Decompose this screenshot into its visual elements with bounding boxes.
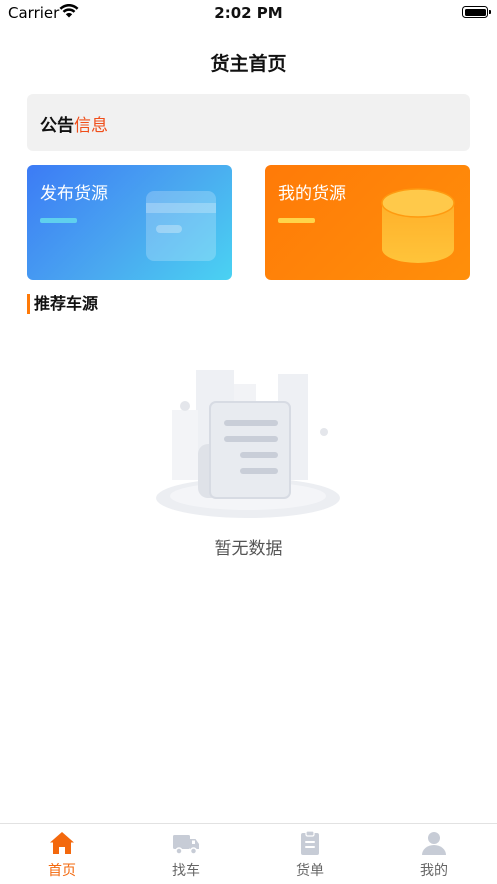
card-dash <box>40 218 77 223</box>
empty-state-illustration <box>156 370 340 518</box>
card-dash <box>278 218 315 223</box>
tab-home[interactable]: 首页 <box>0 830 124 880</box>
my-cargo-card[interactable]: 我的货源 <box>265 165 470 280</box>
battery-icon <box>462 6 491 18</box>
notice-banner[interactable]: 公告信息 <box>27 94 470 151</box>
home-icon <box>50 832 74 854</box>
notice-title: 公告信息 <box>40 111 108 136</box>
tab-home-label: 首页 <box>48 863 76 879</box>
tab-orders[interactable]: 货单 <box>248 830 372 880</box>
page-title: 货主首页 <box>210 53 287 75</box>
tab-orders-label: 货单 <box>296 863 324 879</box>
tab-bar: 首页 找车 货单 我的 <box>0 823 497 884</box>
user-icon <box>422 832 446 855</box>
card-wallet-icon <box>146 191 216 261</box>
tab-find-truck-label: 找车 <box>172 863 200 879</box>
empty-state-text: 暂无数据 <box>214 539 283 559</box>
tab-find-truck[interactable]: 找车 <box>124 830 248 880</box>
notice-label-a: 公告 <box>40 116 74 136</box>
publish-cargo-label: 发布货源 <box>40 184 108 204</box>
status-bar: Carrier 2:02 PM <box>0 0 497 26</box>
section-title: 推荐车源 <box>27 294 98 314</box>
notice-label-b: 信息 <box>74 116 108 136</box>
my-cargo-label: 我的货源 <box>278 184 346 204</box>
card-database-icon <box>381 188 455 263</box>
tab-mine-label: 我的 <box>420 863 448 879</box>
status-time: 2:02 PM <box>214 4 283 22</box>
clipboard-icon <box>301 830 319 855</box>
truck-icon <box>173 835 199 855</box>
publish-cargo-card[interactable]: 发布货源 <box>27 165 232 280</box>
tab-mine[interactable]: 我的 <box>372 830 496 880</box>
